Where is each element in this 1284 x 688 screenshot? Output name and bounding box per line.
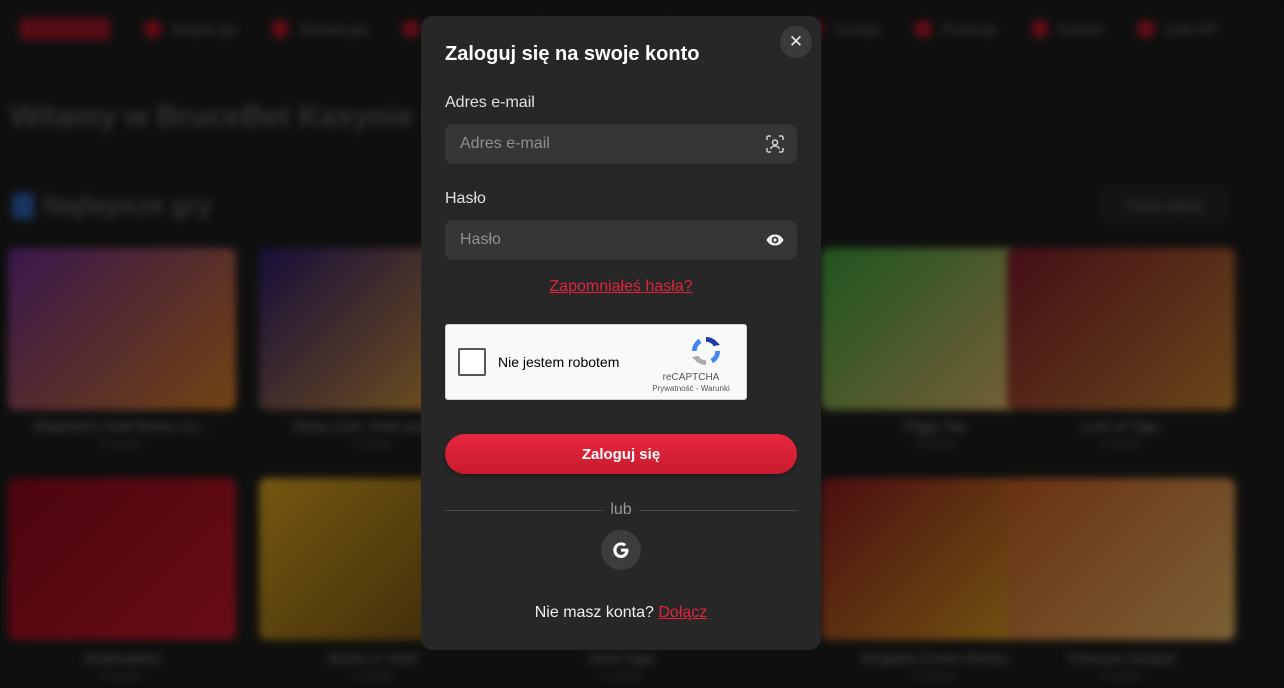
modal-title: Zaloguj się na swoje konto: [445, 43, 700, 65]
eye-icon[interactable]: [765, 230, 785, 250]
login-button[interactable]: Zaloguj się: [445, 434, 797, 474]
password-label: Hasło: [445, 190, 486, 207]
recaptcha-links[interactable]: Prywatność - Warunki: [636, 384, 746, 393]
divider-right: [639, 510, 797, 511]
recaptcha-checkbox[interactable]: [458, 348, 486, 376]
face-scan-icon[interactable]: [765, 134, 785, 154]
password-input[interactable]: [445, 220, 797, 260]
login-modal: ✕ Zaloguj się na swoje konto Adres e-mai…: [421, 16, 821, 650]
signup-text: Nie masz konta?: [534, 604, 654, 621]
password-field-wrapper: [445, 220, 797, 260]
signup-prompt: Nie masz konta? Dołącz: [421, 604, 821, 622]
email-input[interactable]: [445, 124, 797, 164]
email-label: Adres e-mail: [445, 94, 535, 111]
google-icon: [613, 542, 629, 558]
recaptcha-widget: Nie jestem robotem reCAPTCHA Prywatność …: [445, 324, 747, 400]
close-button[interactable]: ✕: [780, 26, 812, 58]
recaptcha-logo-icon: [692, 337, 720, 365]
signup-link[interactable]: Dołącz: [658, 604, 707, 621]
google-login-button[interactable]: [601, 530, 641, 570]
recaptcha-brand: reCAPTCHA: [662, 372, 720, 383]
email-field-wrapper: [445, 124, 797, 164]
recaptcha-label: Nie jestem robotem: [498, 354, 620, 370]
forgot-password-link[interactable]: Zapomniałeś hasła?: [421, 278, 821, 296]
